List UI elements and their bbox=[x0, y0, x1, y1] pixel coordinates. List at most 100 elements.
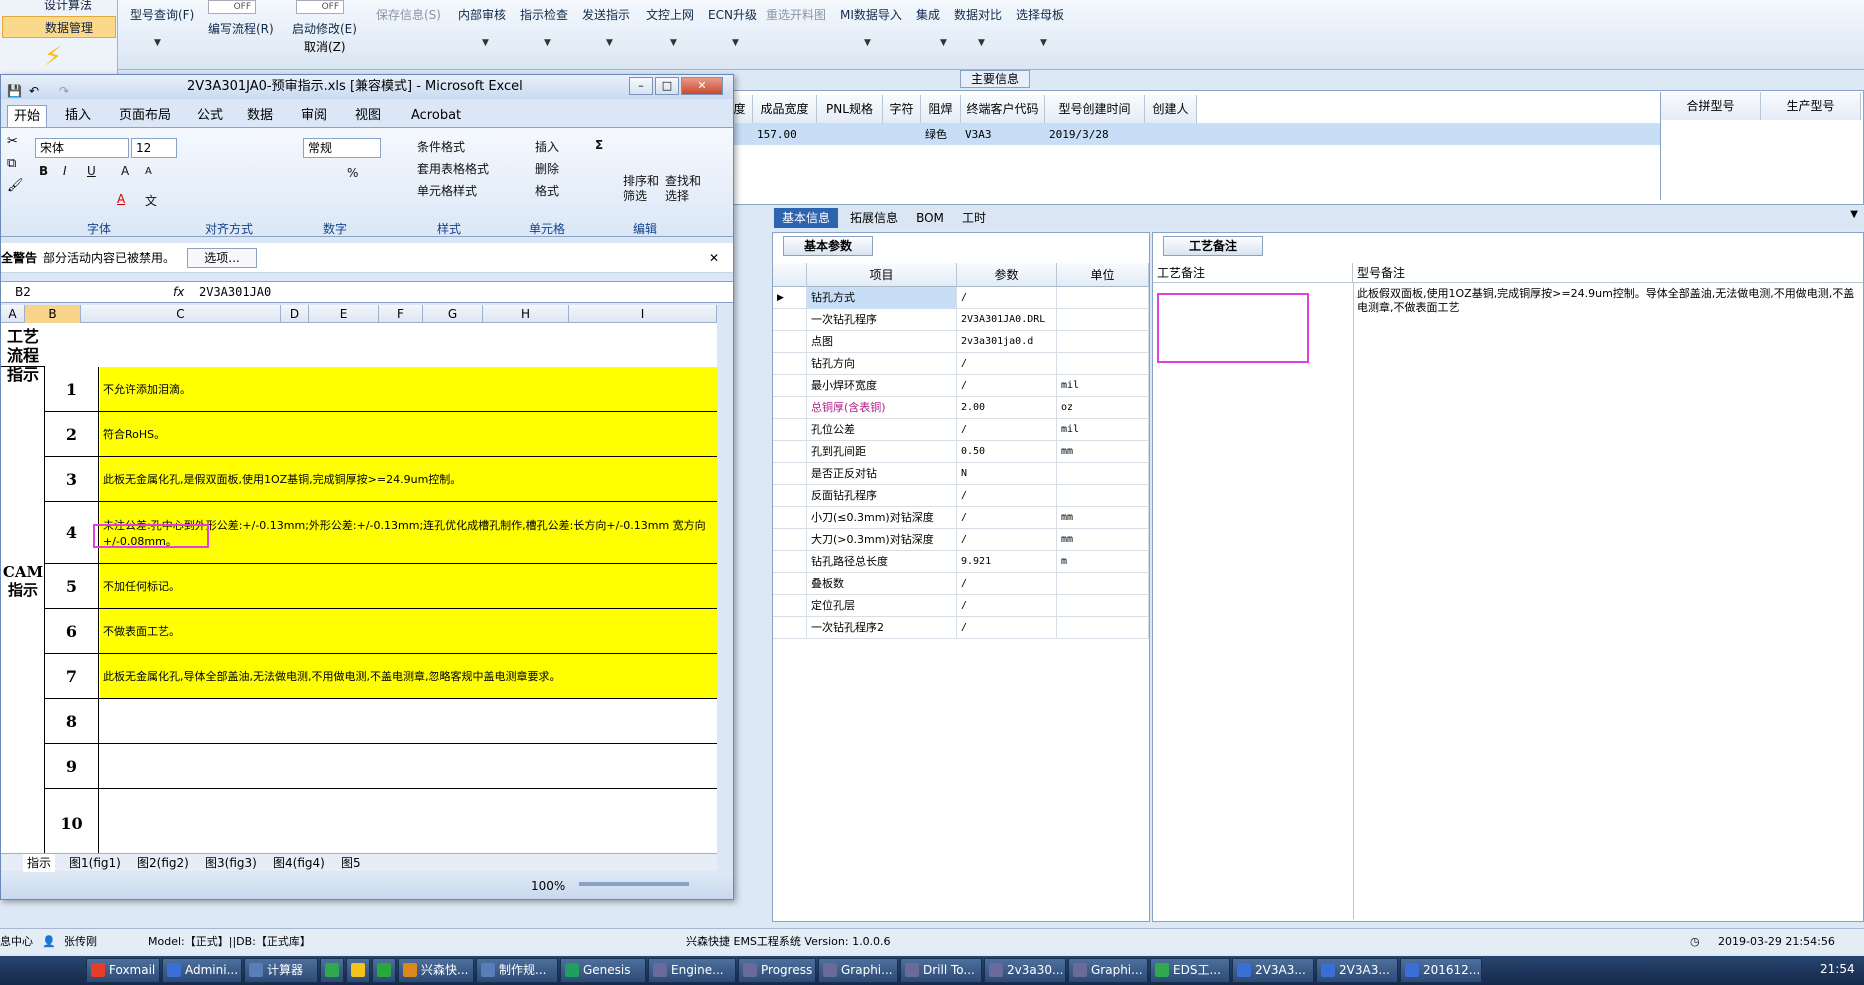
taskbar-item[interactable]: Graphi... bbox=[1068, 958, 1148, 983]
grid-cell[interactable] bbox=[883, 125, 921, 145]
process-notes-highlight[interactable] bbox=[1157, 293, 1309, 363]
instruction-cell[interactable]: 不加任何标记。 bbox=[100, 564, 717, 608]
autosum-icon[interactable]: Σ bbox=[595, 138, 603, 152]
param-value[interactable]: 9.921 bbox=[957, 551, 1057, 573]
column-header-I[interactable]: I bbox=[569, 305, 717, 323]
save-icon[interactable]: 💾 bbox=[7, 79, 22, 103]
sheet-row[interactable]: 3 此板无金属化孔,是假双面板,使用1OZ基铜,完成铜厚按>=24.9um控制。 bbox=[45, 457, 717, 502]
cut-icon[interactable]: ✂ bbox=[7, 134, 18, 149]
param-value[interactable]: N bbox=[957, 463, 1057, 485]
ribbon-button-13[interactable]: 选择母板 bbox=[1016, 6, 1064, 24]
param-row[interactable]: 钻孔路径总长度 9.921 m bbox=[773, 551, 1149, 573]
ribbon-dropdown-icon[interactable]: ▼ bbox=[670, 38, 677, 48]
col-merge-model[interactable]: 合拼型号 bbox=[1661, 92, 1761, 120]
ribbon-button-8[interactable]: ECN升级 bbox=[708, 6, 757, 24]
taskbar-item[interactable]: EDS工... bbox=[1150, 958, 1230, 983]
sheet-tab-1[interactable]: 图1(fig1) bbox=[69, 854, 121, 872]
param-value[interactable]: 2.00 bbox=[957, 397, 1057, 419]
ribbon-button-4[interactable]: 内部审核 bbox=[458, 6, 506, 24]
taskbar-item[interactable]: 201612... bbox=[1400, 958, 1482, 983]
sheet-tab-3[interactable]: 图3(fig3) bbox=[205, 854, 257, 872]
close-button[interactable]: ✕ bbox=[681, 77, 723, 95]
zoom-level[interactable]: 100% bbox=[531, 873, 565, 899]
tolerance-highlight[interactable] bbox=[93, 524, 209, 548]
taskbar-item[interactable] bbox=[372, 958, 396, 983]
nav-design-algorithm[interactable]: 设计算法 bbox=[2, 0, 116, 16]
grid-cell[interactable]: 2019/3/28 bbox=[1045, 125, 1145, 145]
param-row[interactable]: 是否正反对钻 N bbox=[773, 463, 1149, 485]
param-value[interactable]: / bbox=[957, 353, 1057, 375]
param-value[interactable]: 2v3a301ja0.d bbox=[957, 331, 1057, 353]
grid-col-8[interactable]: 创建人 bbox=[1145, 95, 1197, 123]
model-notes-text[interactable]: 此板假双面板,使用1OZ基铜,完成铜厚按>=24.9um控制。导体全部盖油,无法… bbox=[1357, 287, 1857, 315]
instruction-cell[interactable]: 不允许添加泪滴。 bbox=[100, 367, 717, 411]
ribbon-button-6[interactable]: 发送指示 bbox=[582, 6, 630, 24]
instruction-cell[interactable] bbox=[100, 699, 717, 743]
column-header-A[interactable]: A bbox=[1, 305, 25, 323]
phonetic-button[interactable]: 文 bbox=[145, 192, 157, 209]
delete-cells-button[interactable]: 删除 bbox=[535, 160, 559, 177]
toggle-off-2[interactable]: OFF bbox=[296, 0, 344, 14]
excel-tab-2[interactable]: 页面布局 bbox=[119, 105, 171, 127]
italic-button[interactable]: I bbox=[63, 164, 67, 178]
sheet-tab-5[interactable]: 图5 bbox=[341, 854, 361, 872]
instruction-cell[interactable]: 此板无金属化孔,是假双面板,使用1OZ基铜,完成铜厚按>=24.9um控制。 bbox=[100, 457, 717, 501]
grid-col-6[interactable]: 终端客户代码 bbox=[961, 95, 1045, 123]
column-header-C[interactable]: C bbox=[81, 305, 281, 323]
param-value[interactable]: / bbox=[957, 595, 1057, 617]
sheet-row[interactable]: 1 不允许添加泪滴。 bbox=[45, 367, 717, 412]
ribbon-button-9[interactable]: 重选开料图 bbox=[766, 6, 826, 24]
taskbar-item[interactable]: Foxmail bbox=[86, 958, 160, 983]
tab-bom[interactable]: BOM bbox=[910, 208, 950, 228]
param-row[interactable]: 点图 2v3a301ja0.d bbox=[773, 331, 1149, 353]
ribbon-dropdown-icon[interactable]: ▼ bbox=[606, 38, 613, 48]
ribbon-button-11[interactable]: 集成 bbox=[916, 6, 940, 24]
ribbon-dropdown-icon[interactable]: ▼ bbox=[940, 38, 947, 48]
insert-cells-button[interactable]: 插入 bbox=[535, 138, 559, 155]
ribbon-dropdown-icon[interactable]: ▼ bbox=[482, 38, 489, 48]
param-row[interactable]: 孔到孔间距 0.50 mm bbox=[773, 441, 1149, 463]
sheet-row[interactable]: 8 bbox=[45, 699, 717, 744]
col-item[interactable]: 项目 bbox=[807, 263, 957, 287]
param-row[interactable]: 大刀(>0.3mm)对钻深度 / mm bbox=[773, 529, 1149, 551]
ribbon-button-0[interactable]: 型号查询(F) bbox=[130, 6, 194, 24]
minimize-button[interactable]: – bbox=[629, 77, 653, 95]
formula-input[interactable]: 2V3A301JA0 bbox=[199, 282, 271, 302]
zoom-slider[interactable] bbox=[579, 882, 689, 886]
param-row[interactable]: 小刀(≤0.3mm)对钻深度 / mm bbox=[773, 507, 1149, 529]
font-name-select[interactable]: 宋体 bbox=[35, 138, 129, 158]
ribbon-dropdown-icon[interactable]: ▼ bbox=[154, 38, 161, 48]
ribbon-button-2[interactable]: 启动修改(E) bbox=[292, 20, 357, 38]
param-value[interactable]: / bbox=[957, 419, 1057, 441]
grid-cell[interactable]: 157.00 bbox=[753, 125, 817, 145]
font-size-select[interactable]: 12 bbox=[131, 138, 177, 158]
param-value[interactable]: / bbox=[957, 529, 1057, 551]
grid-col-3[interactable]: PNL规格 bbox=[817, 95, 883, 123]
instruction-cell[interactable] bbox=[100, 789, 717, 853]
close-icon[interactable]: ✕ bbox=[709, 243, 719, 273]
param-value[interactable]: / bbox=[957, 617, 1057, 639]
param-row[interactable]: 一次钻孔程序 2V3A301JA0.DRL bbox=[773, 309, 1149, 331]
excel-tab-0[interactable]: 开始 bbox=[7, 105, 48, 127]
ribbon-dropdown-icon[interactable]: ▼ bbox=[1040, 38, 1047, 48]
param-value[interactable]: / bbox=[957, 287, 1057, 309]
cancel-button[interactable]: 取消(Z) bbox=[304, 38, 346, 55]
taskbar-item[interactable]: Engine... bbox=[648, 958, 736, 983]
col-param[interactable]: 参数 bbox=[957, 263, 1057, 287]
column-header-H[interactable]: H bbox=[483, 305, 569, 323]
column-header-B[interactable]: B bbox=[25, 305, 81, 323]
param-row[interactable]: 钻孔方向 / bbox=[773, 353, 1149, 375]
param-row[interactable]: 最小焊环宽度 / mil bbox=[773, 375, 1149, 397]
grow-font-button[interactable]: A bbox=[121, 164, 129, 178]
taskbar-item[interactable]: Genesis bbox=[560, 958, 646, 983]
instruction-cell[interactable]: 不做表面工艺。 bbox=[100, 609, 717, 653]
ribbon-dropdown-icon[interactable]: ▼ bbox=[864, 38, 871, 48]
cell-style-button[interactable]: 单元格样式 bbox=[417, 182, 477, 199]
name-box[interactable]: B2 bbox=[15, 282, 31, 302]
number-format-select[interactable]: 常规 bbox=[303, 138, 381, 158]
toggle-off[interactable]: OFF bbox=[208, 0, 256, 14]
taskbar-item[interactable]: 制作规... bbox=[476, 958, 558, 983]
param-value[interactable]: / bbox=[957, 507, 1057, 529]
taskbar-item[interactable]: 计算器 bbox=[244, 958, 318, 983]
param-row[interactable]: 孔位公差 / mil bbox=[773, 419, 1149, 441]
